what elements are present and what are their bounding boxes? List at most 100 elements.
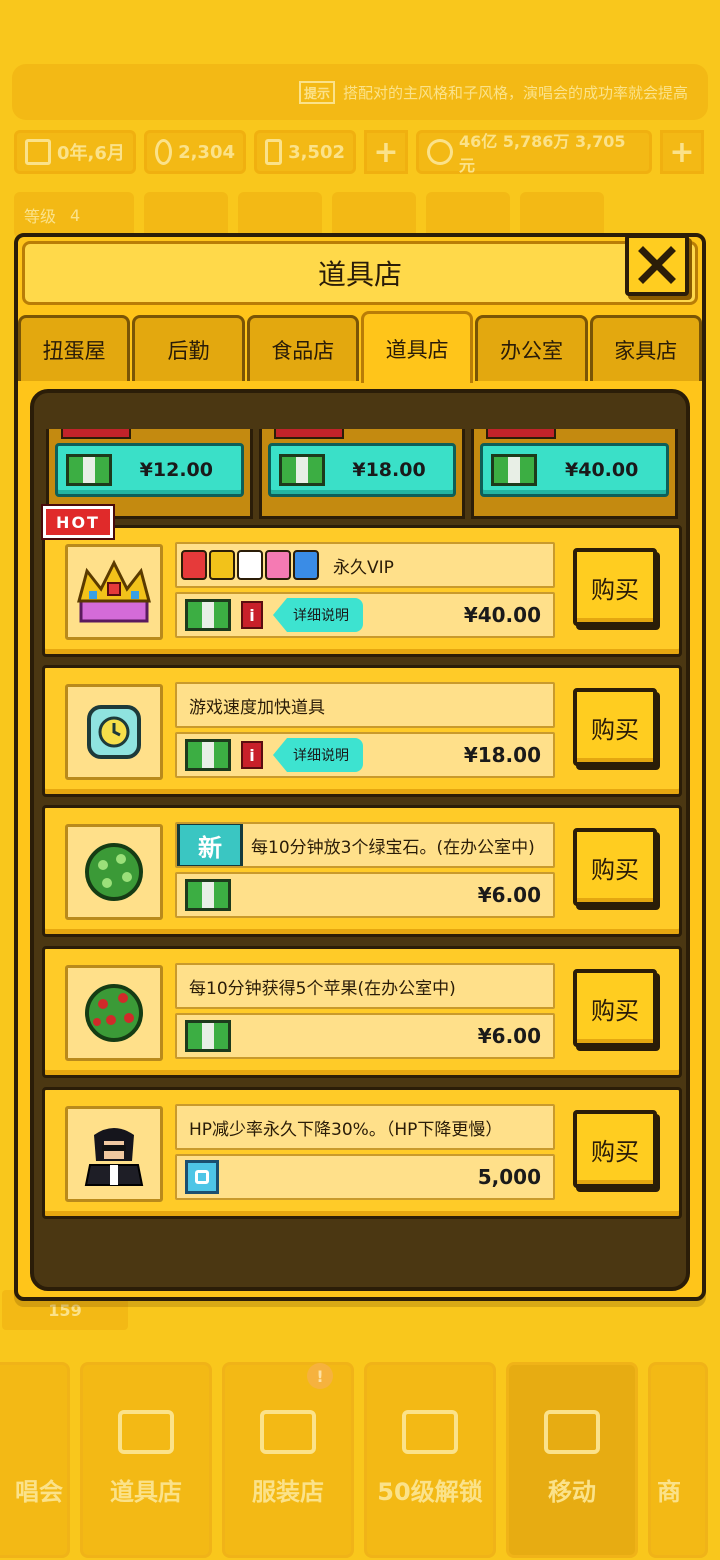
nav-move[interactable]: 移动 [506,1362,638,1558]
toolbar-tile[interactable] [520,192,604,238]
hot-badge: HOT [41,504,115,540]
shirt-icon [260,1410,316,1454]
nav-locked[interactable]: 50级解锁 [364,1362,496,1558]
vip-perk-icons [181,550,319,580]
item-name: 游戏速度加快道具 [189,697,325,718]
item-name-box: 游戏速度加快道具 [175,682,555,728]
list-item-emerald-bush: 新 每10分钟放3个绿宝石。(在办公室中) ¥6.00 购买 [42,805,682,937]
cash-icon [185,599,231,631]
tab-item-shop[interactable]: 道具店 [360,311,474,383]
price-value: ¥12.00 [139,459,213,481]
date-pill: 0年,6月 [14,130,136,174]
clock-icon [87,705,141,759]
price-cell[interactable]: ¥18.00 [258,429,466,519]
item-price-box: ¥6.00 [175,1013,555,1059]
price-button[interactable]: ¥18.00 [267,443,457,497]
price-value: ¥40.00 [565,459,639,481]
price-button[interactable]: ¥40.00 [480,443,670,497]
item-name-box: HP减少率永久下降30%。（HP下降更慢） [175,1104,555,1150]
new-badge: 新 [177,824,243,866]
alert-icon: ! [307,1363,333,1389]
buy-button[interactable]: 购买 [573,548,657,626]
item-name-box: 每10分钟获得5个苹果(在办公室中) [175,963,555,1009]
nav-more[interactable]: 商 [648,1362,708,1558]
coin-icon [155,139,173,165]
tip-badge: 提示 [298,80,335,104]
item-thumb [65,544,163,640]
add-currency-button[interactable]: + [364,130,408,174]
info-icon[interactable]: i [241,741,263,769]
ticket-icon [293,550,319,580]
cash-icon [491,454,538,486]
price-cell[interactable]: ¥40.00 [471,429,679,519]
toolbar-tile[interactable] [426,192,510,238]
item-price-box: ¥6.00 [175,872,555,918]
buy-button[interactable]: 购买 [573,688,657,766]
level-label: 等级 [24,207,57,226]
emerald-bush-icon [85,843,143,901]
nav-move-label: 移动 [548,1478,596,1506]
crown-icon [77,559,151,623]
nav-clothing-label: 服装店 [252,1478,324,1506]
badge-icon [181,550,207,580]
coins-value: 2,304 [178,141,235,163]
nav-locked-label: 50级解锁 [377,1478,483,1506]
buy-button[interactable]: 购买 [573,828,657,906]
coins-pill: 2,304 [144,130,246,174]
details-button[interactable]: 详细说明 [273,598,363,632]
flower-icon [118,1410,174,1454]
details-button[interactable]: 详细说明 [273,738,363,772]
cash-icon [185,739,231,771]
list-item-hp-reduction: HP减少率永久下降30%。（HP下降更慢） 5,000 购买 [42,1087,682,1219]
tickets-pill: 3,502 [254,130,356,174]
tab-furniture-shop[interactable]: 家具店 [589,315,702,381]
nav-item-shop-label: 道具店 [110,1478,182,1506]
close-button[interactable] [625,234,689,296]
nav-clothing-shop[interactable]: ! 服装店 [222,1362,354,1558]
toolbar-tile[interactable] [332,192,416,238]
tab-gacha[interactable]: 扭蛋屋 [18,315,131,381]
close-icon [638,246,676,284]
buy-button[interactable]: 购买 [573,1110,657,1188]
item-name-box: 永久VIP [175,542,555,588]
ticket-icon [265,139,283,165]
tip-text: 搭配对的主风格和子风格，演唱会的成功率就会提高 [342,83,688,102]
item-list[interactable]: ¥12.00 ¥18.00 ¥40.00 HOT 永久VIP i 详细说明 ¥4… [30,389,690,1291]
item-thumb [65,965,163,1061]
item-thumb [65,684,163,780]
tab-logistics[interactable]: 后勤 [132,315,245,381]
cash-icon [185,1020,231,1052]
item-shop-modal: 道具店 扭蛋屋 后勤 食品店 道具店 办公室 家具店 ¥12.00 ¥18.00… [14,233,706,1301]
money-icon [427,139,453,165]
tab-office[interactable]: 办公室 [475,315,588,381]
red-tab [61,429,131,439]
toolbar-tile[interactable] [144,192,228,238]
list-item-apple-bush: 每10分钟获得5个苹果(在办公室中) ¥6.00 购买 [42,946,682,1078]
item-name: 永久VIP [333,557,394,578]
list-item-vip: HOT 永久VIP i 详细说明 ¥40.00 购买 [41,504,682,657]
calendar-icon [25,139,51,165]
nav-item-shop[interactable]: 道具店 [80,1362,212,1558]
buy-button[interactable]: 购买 [573,969,657,1047]
cash-icon [278,454,325,486]
item-price: ¥6.00 [477,1024,541,1048]
truck-icon [544,1410,600,1454]
stats-bar: 0年,6月 2,304 3,502 + 46亿 5,786万 3,705元 + [14,128,706,176]
price-value: ¥18.00 [352,459,426,481]
nav-concert-label: 唱会 [15,1478,63,1506]
bottom-nav: 唱会 道具店 ! 服装店 50级解锁 移动 商 [0,1362,720,1560]
cash-icon [66,454,112,486]
add-money-button[interactable]: + [660,130,704,174]
shop-tabs: 扭蛋屋 后勤 食品店 道具店 办公室 家具店 [18,311,702,383]
tab-food-shop[interactable]: 食品店 [246,315,359,381]
item-price-box: 5,000 [175,1154,555,1200]
toolbar-tile[interactable] [238,192,322,238]
nav-concert[interactable]: 唱会 [0,1362,70,1558]
money-pill: 46亿 5,786万 3,705元 [416,130,652,175]
info-icon[interactable]: i [241,601,263,629]
cat-icon [209,550,235,580]
modal-title: 道具店 [317,258,402,291]
price-button[interactable]: ¥12.00 [55,443,244,497]
item-price: ¥18.00 [463,743,541,767]
red-tab [273,429,344,439]
